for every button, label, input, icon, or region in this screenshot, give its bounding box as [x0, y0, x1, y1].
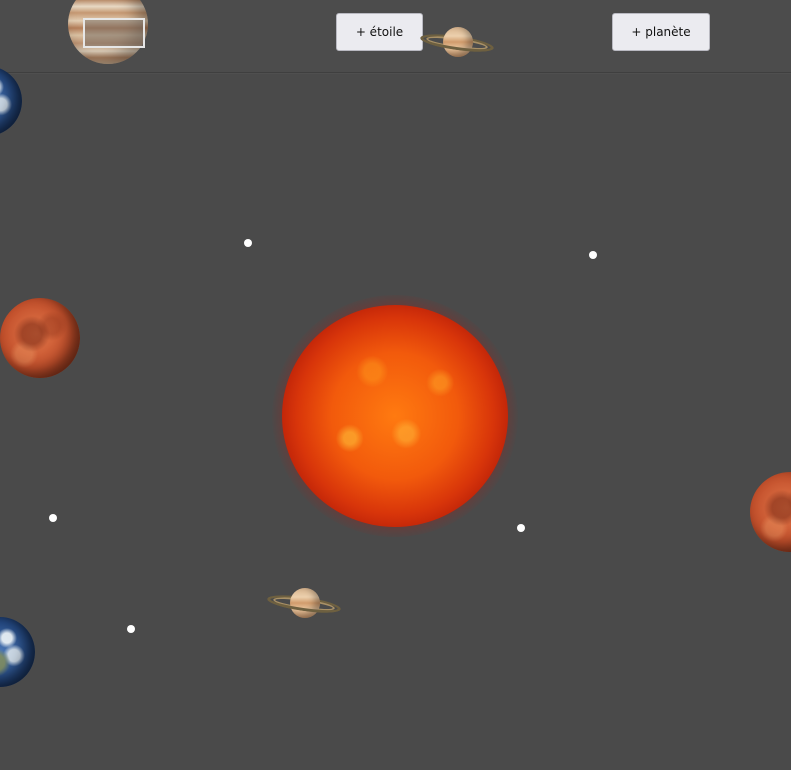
star-dot[interactable] [49, 514, 57, 522]
saturn-icon[interactable] [265, 585, 345, 625]
name-input[interactable] [83, 18, 145, 48]
star-dot[interactable] [517, 524, 525, 532]
earth-icon[interactable] [0, 617, 35, 687]
toolbar: + étoile + planète [0, 0, 791, 73]
star-dot[interactable] [244, 239, 252, 247]
star-dot[interactable] [589, 251, 597, 259]
saturn-icon[interactable] [418, 24, 498, 64]
solar-system-app: + étoile + planète [0, 0, 791, 770]
sun-icon[interactable] [282, 305, 508, 527]
star-dot[interactable] [127, 625, 135, 633]
mars-icon[interactable] [0, 298, 80, 378]
earth-icon[interactable] [0, 66, 22, 136]
mars-icon[interactable] [750, 472, 791, 552]
add-star-button[interactable]: + étoile [336, 13, 423, 51]
add-planet-button[interactable]: + planète [612, 13, 710, 51]
